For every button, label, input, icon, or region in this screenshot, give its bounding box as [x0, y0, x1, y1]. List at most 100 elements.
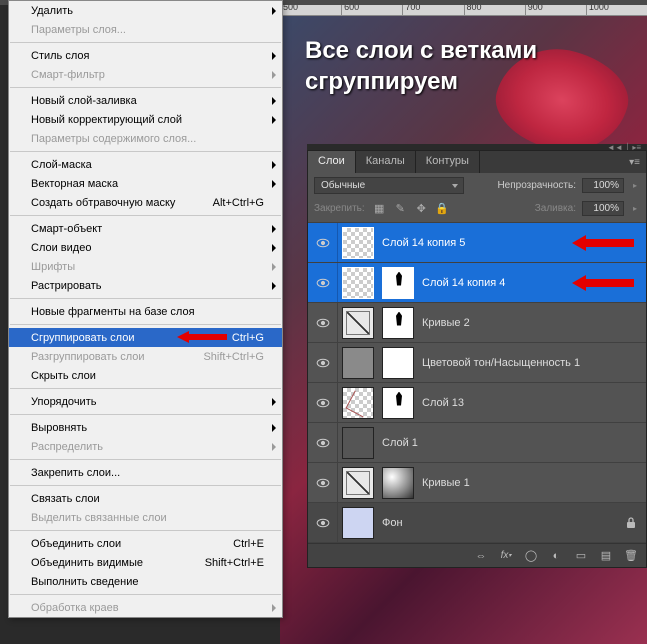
lock-position-icon[interactable]: ✥: [415, 202, 428, 215]
lock-fill-row: Закрепить: ▦ ✎ ✥ 🔒 Заливка: 100% ▸: [308, 198, 646, 223]
opacity-input[interactable]: 100%: [582, 178, 624, 193]
panel-tabs: Слои Каналы Контуры ▾≡: [308, 151, 646, 173]
layer-name-label: Слой 14 копия 5: [382, 237, 465, 249]
menu-item[interactable]: Создать обтравочную маскуAlt+Ctrl+G: [9, 193, 282, 212]
layer-row[interactable]: Слой 13: [308, 383, 646, 423]
menu-item[interactable]: Связать слои: [9, 489, 282, 508]
lock-transparency-icon[interactable]: ▦: [373, 202, 386, 215]
mask-thumbnail[interactable]: [382, 467, 414, 499]
menu-item[interactable]: Слой-маска: [9, 155, 282, 174]
visibility-toggle[interactable]: [308, 463, 338, 502]
opacity-flyout-icon[interactable]: ▸: [630, 181, 640, 190]
menu-item[interactable]: Объединить видимыеShift+Ctrl+E: [9, 553, 282, 572]
submenu-arrow-icon: [272, 263, 276, 271]
visibility-toggle[interactable]: [308, 383, 338, 422]
layer-thumbnail[interactable]: [342, 227, 374, 259]
menu-item[interactable]: Удалить: [9, 1, 282, 20]
layer-row[interactable]: Фон: [308, 503, 646, 543]
visibility-toggle[interactable]: [308, 223, 338, 262]
adjustment-layer-icon[interactable]: ◐: [549, 549, 563, 563]
menu-item-label: Сгруппировать слои: [31, 332, 232, 344]
panel-menu-icon[interactable]: ▾≡: [623, 151, 646, 173]
mask-thumbnail[interactable]: [382, 307, 414, 339]
layer-row[interactable]: Кривые 2: [308, 303, 646, 343]
link-layers-icon[interactable]: ⇔: [474, 549, 488, 563]
menu-item[interactable]: Скрыть слои: [9, 366, 282, 385]
menu-item[interactable]: Упорядочить: [9, 392, 282, 411]
menu-item[interactable]: Растрировать: [9, 276, 282, 295]
submenu-arrow-icon: [272, 161, 276, 169]
layer-row[interactable]: Кривые 1: [308, 463, 646, 503]
mask-thumbnail[interactable]: [382, 347, 414, 379]
menu-item[interactable]: Новые фрагменты на базе слоя: [9, 302, 282, 321]
new-group-icon[interactable]: ▭: [574, 549, 588, 563]
visibility-toggle[interactable]: [308, 343, 338, 382]
delete-layer-icon[interactable]: 🗑: [624, 549, 638, 563]
menu-item[interactable]: Слои видео: [9, 238, 282, 257]
menu-item-label: Векторная маска: [31, 178, 264, 190]
visibility-toggle[interactable]: [308, 423, 338, 462]
tab-paths[interactable]: Контуры: [416, 151, 480, 173]
layer-thumbnail[interactable]: [342, 387, 374, 419]
menu-item[interactable]: Выполнить сведение: [9, 572, 282, 591]
overlay-line2: сгруппируем: [305, 66, 537, 97]
layer-thumbnail[interactable]: [342, 347, 374, 379]
mask-thumbnail[interactable]: [382, 387, 414, 419]
tab-layers[interactable]: Слои: [308, 151, 356, 173]
layer-name-label: Цветовой тон/Насыщенность 1: [422, 357, 580, 369]
adjustment-thumbnail[interactable]: [342, 307, 374, 339]
tab-channels[interactable]: Каналы: [356, 151, 416, 173]
menu-item[interactable]: Выровнять: [9, 418, 282, 437]
new-layer-icon[interactable]: ▤: [599, 549, 613, 563]
menu-item[interactable]: Векторная маска: [9, 174, 282, 193]
lock-label: Закрепить:: [314, 203, 365, 214]
menu-item[interactable]: Новый слой-заливка: [9, 91, 282, 110]
submenu-arrow-icon: [272, 116, 276, 124]
fill-input[interactable]: 100%: [582, 201, 624, 216]
submenu-arrow-icon: [272, 225, 276, 233]
menu-item-shortcut: Shift+Ctrl+G: [203, 351, 264, 363]
menu-item[interactable]: Закрепить слои...: [9, 463, 282, 482]
layer-thumbnail[interactable]: [342, 427, 374, 459]
mask-thumbnail[interactable]: [382, 267, 414, 299]
opacity-label: Непрозрачность:: [497, 180, 576, 191]
layers-panel: Слои Каналы Контуры ▾≡ Обычные Непрозрач…: [307, 150, 647, 568]
visibility-toggle[interactable]: [308, 263, 338, 302]
menu-item-label: Смарт-объект: [31, 223, 264, 235]
menu-item[interactable]: Новый корректирующий слой: [9, 110, 282, 129]
red-arrow-indicator: [572, 234, 634, 252]
submenu-arrow-icon: [272, 71, 276, 79]
menu-item: Выделить связанные слои: [9, 508, 282, 527]
menu-separator: [10, 388, 281, 389]
menu-separator: [10, 594, 281, 595]
layer-row[interactable]: Слой 14 копия 4: [308, 263, 646, 303]
menu-separator: [10, 87, 281, 88]
blend-mode-dropdown[interactable]: Обычные: [314, 177, 464, 194]
fill-flyout-icon[interactable]: ▸: [630, 204, 640, 213]
menu-item-label: Смарт-фильтр: [31, 69, 264, 81]
menu-item[interactable]: Объединить слоиCtrl+E: [9, 534, 282, 553]
menu-item: Разгруппировать слоиShift+Ctrl+G: [9, 347, 282, 366]
lock-all-icon[interactable]: 🔒: [436, 202, 449, 215]
adjustment-thumbnail[interactable]: [342, 467, 374, 499]
menu-item[interactable]: Стиль слоя: [9, 46, 282, 65]
menu-item[interactable]: Смарт-объект: [9, 219, 282, 238]
visibility-toggle[interactable]: [308, 303, 338, 342]
visibility-toggle[interactable]: [308, 503, 338, 542]
layer-thumbnail[interactable]: [342, 267, 374, 299]
layer-thumbnail[interactable]: [342, 507, 374, 539]
layer-row[interactable]: Цветовой тон/Насыщенность 1: [308, 343, 646, 383]
submenu-arrow-icon: [272, 282, 276, 290]
layer-row[interactable]: Слой 1: [308, 423, 646, 463]
layer-row[interactable]: Слой 14 копия 5: [308, 223, 646, 263]
menu-item-label: Новые фрагменты на базе слоя: [31, 306, 264, 318]
menu-item-label: Упорядочить: [31, 396, 264, 408]
menu-item[interactable]: Сгруппировать слоиCtrl+G: [9, 328, 282, 347]
lock-pixels-icon[interactable]: ✎: [394, 202, 407, 215]
add-mask-icon[interactable]: ◯: [524, 549, 538, 563]
panel-footer: ⇔ fx▾ ◯ ◐ ▭ ▤ 🗑: [308, 543, 646, 567]
menu-item-label: Объединить видимые: [31, 557, 205, 569]
submenu-arrow-icon: [272, 52, 276, 60]
fx-icon[interactable]: fx▾: [499, 549, 513, 563]
submenu-arrow-icon: [272, 97, 276, 105]
